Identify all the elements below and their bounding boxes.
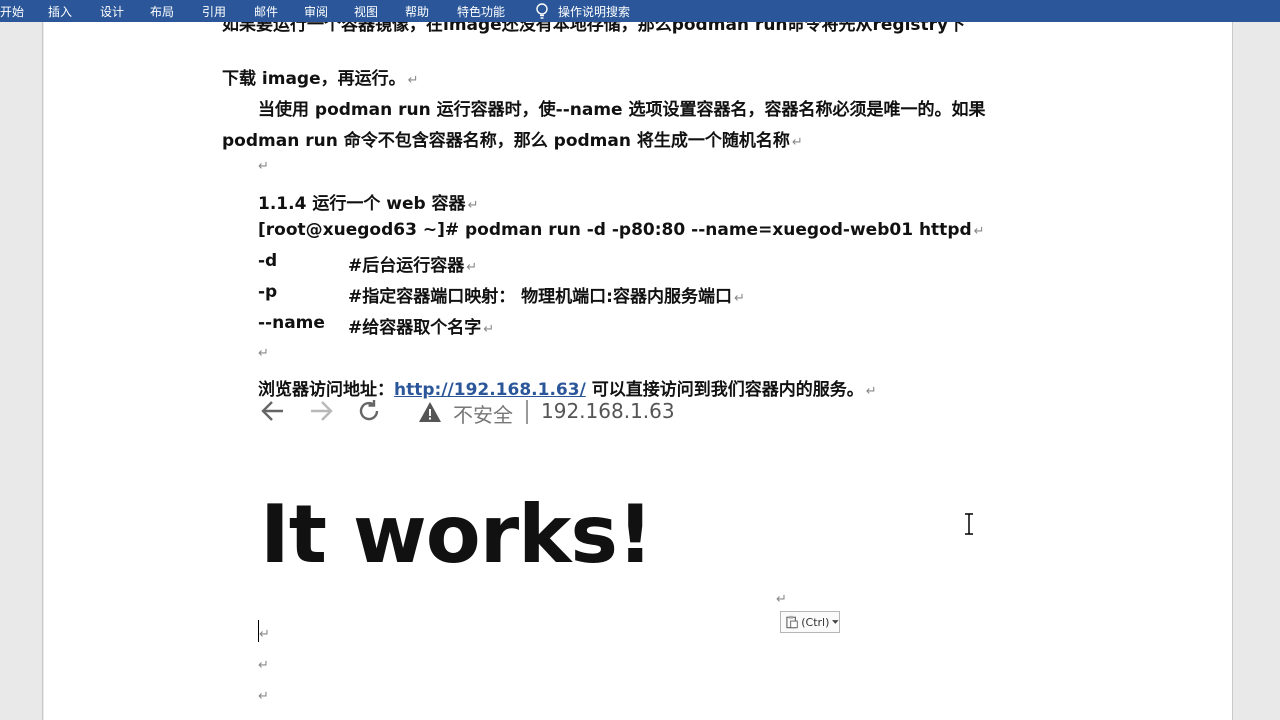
paragraph-mark: ↵ (865, 384, 877, 399)
address-bar-url: 192.168.1.63 (541, 399, 675, 423)
ribbon-tab-bar: 开始 插入 设计 布局 引用 邮件 审阅 视图 帮助 特色功能 操作说明搜索 (0, 0, 1280, 22)
paragraph-mark: ↵ (483, 322, 495, 337)
paragraph-mark: ↵ (258, 159, 269, 174)
paste-options-button[interactable]: (Ctrl) (780, 611, 840, 633)
tell-me-search[interactable]: 操作说明搜索 (534, 2, 630, 20)
paragraph-text: podman run 命令不包含容器名称，那么 podman 将生成一个随机名称 (222, 131, 790, 151)
paragraph-text: 下载 image，再运行。 (222, 69, 406, 89)
address-separator (526, 400, 528, 424)
option-desc-row: #给容器取个名字 ↵ (348, 313, 494, 338)
lightbulb-icon (536, 3, 548, 19)
paragraph-text: 当使用 podman run 运行容器时，使--name 选项设置容器名，容器名… (258, 100, 986, 120)
tab-view[interactable]: 视图 (354, 3, 378, 20)
paste-options-label: (Ctrl) (801, 615, 830, 629)
option-row: -d (258, 251, 277, 271)
tab-design[interactable]: 设计 (100, 3, 124, 20)
paragraph-mark: ↵ (776, 592, 787, 607)
browser-url-link[interactable]: http://192.168.1.63/ (394, 380, 586, 400)
paragraph-mark: ↵ (258, 689, 269, 704)
document-page[interactable]: 如果要运行一个容器镜像，在image还没有本地存储，那么podman run命令… (44, 22, 1232, 720)
warning-triangle-icon (419, 402, 441, 422)
not-secure-label: 不安全 (453, 403, 513, 427)
paragraph-line: 下载 image，再运行。 ↵ (222, 64, 419, 89)
section-heading: 1.1.4 运行一个 web 容器 ↵ (258, 189, 478, 214)
option-desc: #后台运行容器 (348, 256, 465, 276)
paragraph-mark: ↵ (973, 224, 985, 239)
back-arrow-icon (261, 401, 283, 421)
ibeam-cursor-icon (965, 513, 973, 535)
tab-home[interactable]: 开始 (0, 3, 24, 20)
page-border-right (1232, 22, 1233, 720)
forward-arrow-icon (311, 401, 333, 421)
tab-references[interactable]: 引用 (202, 3, 226, 20)
paragraph-mark: ↵ (791, 135, 803, 150)
paragraph-mark: ↵ (466, 260, 478, 275)
option-flag: --name (258, 313, 325, 333)
tab-review[interactable]: 审阅 (304, 3, 328, 20)
chevron-down-icon (832, 619, 839, 624)
cut-off-text-line: 如果要运行一个容器镜像，在image还没有本地存储，那么podman run命令… (222, 22, 966, 35)
option-desc: #指定容器端口映射： 物理机端口:容器内服务端口 (348, 287, 732, 307)
option-flag: -d (258, 251, 278, 271)
tab-special-features[interactable]: 特色功能 (457, 3, 505, 20)
option-row: -p (258, 282, 277, 302)
paragraph-mark: ↵ (258, 658, 269, 673)
page-border-left (42, 22, 43, 720)
paragraph-line: podman run 命令不包含容器名称，那么 podman 将生成一个随机名称… (222, 126, 803, 151)
heading-text: 1.1.4 运行一个 web 容器 (258, 194, 466, 214)
option-desc-row: #后台运行容器 ↵ (348, 251, 477, 276)
browser-after-text: 可以直接访问到我们容器内的服务。 (591, 380, 864, 400)
browser-label: 浏览器访问地址： (258, 380, 394, 400)
paragraph-mark: ↵ (258, 346, 269, 361)
paragraph-mark: ↵ (259, 627, 270, 642)
tab-mailings[interactable]: 邮件 (254, 3, 278, 20)
option-desc-row: #指定容器端口映射： 物理机端口:容器内服务端口 ↵ (348, 282, 745, 307)
browser-access-line: 浏览器访问地址：http://192.168.1.63/ 可以直接访问到我们容器… (258, 375, 877, 400)
tab-layout[interactable]: 布局 (150, 3, 174, 20)
paragraph-mark: ↵ (467, 198, 479, 213)
paragraph-line: 当使用 podman run 运行容器时，使--name 选项设置容器名，容器名… (258, 95, 986, 120)
tab-insert[interactable]: 插入 (48, 3, 72, 20)
option-desc: #给容器取个名字 (348, 318, 482, 338)
tell-me-label: 操作说明搜索 (558, 4, 631, 19)
command-line: [root@xuegod63 ~]# podman run -d -p80:80… (258, 220, 985, 240)
option-flag: -p (258, 282, 278, 302)
command-text: [root@xuegod63 ~]# podman run -d -p80:80… (258, 220, 972, 240)
clipboard-icon (786, 615, 798, 629)
paragraph-mark: ↵ (733, 291, 745, 306)
it-works-heading: It works! (260, 488, 653, 581)
tab-help[interactable]: 帮助 (405, 3, 429, 20)
reload-icon (359, 400, 379, 421)
option-row: --name (258, 313, 325, 333)
paragraph-mark: ↵ (407, 73, 419, 88)
